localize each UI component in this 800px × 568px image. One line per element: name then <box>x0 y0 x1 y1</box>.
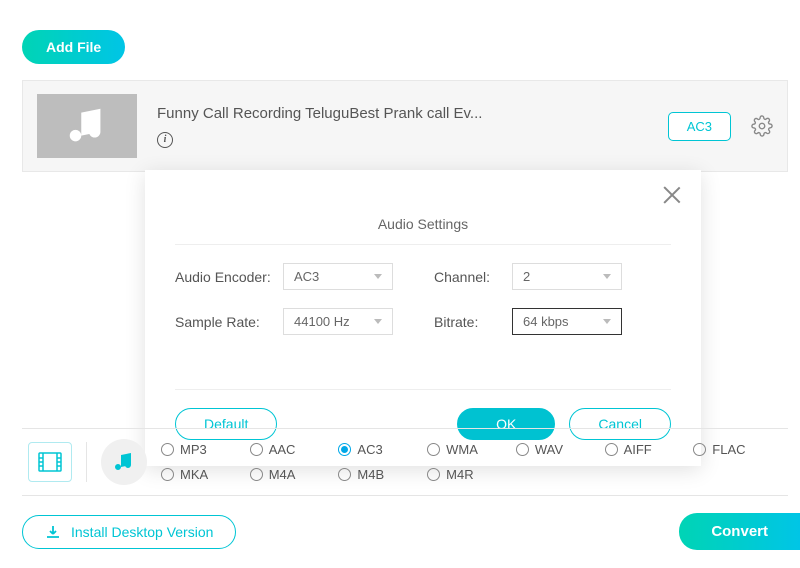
close-icon[interactable] <box>661 184 683 206</box>
bitrate-label: Bitrate: <box>434 314 504 330</box>
chevron-down-icon <box>603 319 611 324</box>
audio-mode-icon[interactable] <box>101 439 147 485</box>
music-note-icon <box>64 103 110 149</box>
bitrate-select[interactable]: 64 kbps <box>512 308 622 335</box>
video-mode-icon[interactable] <box>28 442 72 482</box>
install-desktop-button[interactable]: Install Desktop Version <box>22 515 236 549</box>
file-title: Funny Call Recording TeluguBest Prank ca… <box>157 105 648 122</box>
format-option-aiff[interactable]: AIFF <box>605 442 694 457</box>
format-options: MP3AACAC3WMAWAVAIFFFLAC MKAM4AM4BM4R <box>161 442 782 482</box>
gear-icon[interactable] <box>751 115 773 137</box>
chevron-down-icon <box>603 274 611 279</box>
format-option-flac[interactable]: FLAC <box>693 442 782 457</box>
chevron-down-icon <box>374 274 382 279</box>
encoder-label: Audio Encoder: <box>175 269 275 285</box>
sample-rate-select[interactable]: 44100 Hz <box>283 308 393 335</box>
radio-icon <box>605 443 618 456</box>
separator <box>86 442 87 482</box>
format-option-wav[interactable]: WAV <box>516 442 605 457</box>
format-option-aac[interactable]: AAC <box>250 442 339 457</box>
sample-rate-label: Sample Rate: <box>175 314 275 330</box>
add-file-button[interactable]: Add File <box>22 30 125 64</box>
info-icon[interactable]: i <box>157 132 173 148</box>
format-option-mka[interactable]: MKA <box>161 467 250 482</box>
radio-icon <box>250 468 263 481</box>
file-thumbnail <box>37 94 137 158</box>
dialog-title: Audio Settings <box>175 188 671 245</box>
radio-icon <box>427 443 440 456</box>
format-option-m4r[interactable]: M4R <box>427 467 516 482</box>
radio-icon <box>338 443 351 456</box>
chevron-down-icon <box>374 319 382 324</box>
format-option-m4a[interactable]: M4A <box>250 467 339 482</box>
file-info: Funny Call Recording TeluguBest Prank ca… <box>157 105 648 148</box>
format-bar: MP3AACAC3WMAWAVAIFFFLAC MKAM4AM4BM4R <box>22 428 788 496</box>
convert-button[interactable]: Convert <box>679 513 800 550</box>
radio-icon <box>338 468 351 481</box>
channel-label: Channel: <box>434 269 504 285</box>
audio-settings-dialog: Audio Settings Audio Encoder: AC3 Channe… <box>145 170 701 466</box>
format-option-m4b[interactable]: M4B <box>338 467 427 482</box>
radio-icon <box>250 443 263 456</box>
footer: Install Desktop Version Convert <box>22 513 788 550</box>
radio-icon <box>693 443 706 456</box>
format-option-mp3[interactable]: MP3 <box>161 442 250 457</box>
format-option-ac3[interactable]: AC3 <box>338 442 427 457</box>
format-option-wma[interactable]: WMA <box>427 442 516 457</box>
download-icon <box>45 525 61 539</box>
radio-icon <box>161 468 174 481</box>
radio-icon <box>161 443 174 456</box>
radio-icon <box>427 468 440 481</box>
file-card: Funny Call Recording TeluguBest Prank ca… <box>22 80 788 172</box>
encoder-select[interactable]: AC3 <box>283 263 393 290</box>
radio-icon <box>516 443 529 456</box>
channel-select[interactable]: 2 <box>512 263 622 290</box>
format-badge[interactable]: AC3 <box>668 112 731 141</box>
